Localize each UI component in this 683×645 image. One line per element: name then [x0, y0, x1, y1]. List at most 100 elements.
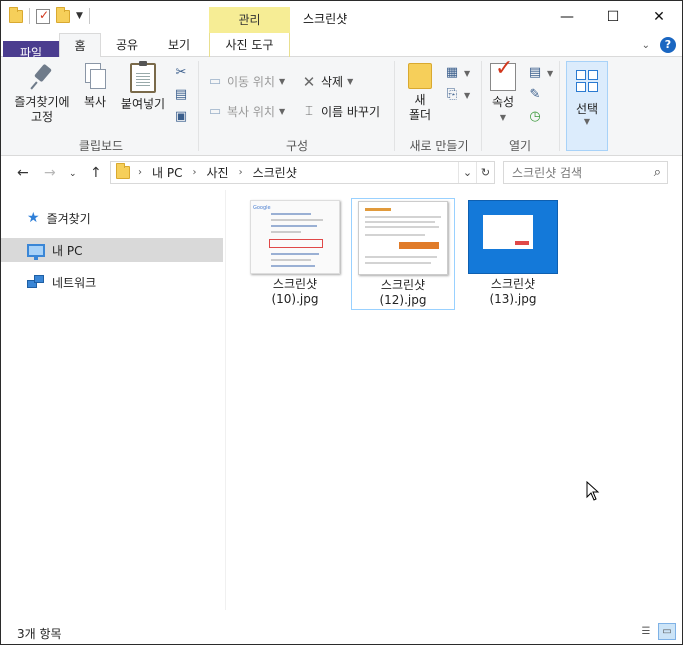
folder-icon — [9, 6, 23, 23]
select-button[interactable]: 선택 ▼ — [566, 61, 608, 151]
qat-separator — [29, 8, 30, 24]
ribbon-collapse-chevron-icon[interactable]: ⌄ — [642, 40, 650, 51]
new-item-dropdown-icon: ▼ — [464, 68, 471, 78]
file-item[interactable]: Google 스크린샷 (10).jpg — [243, 198, 347, 310]
easy-access-dropdown-icon: ▼ — [464, 90, 471, 100]
pin-label-line1: 즐겨찾기에 — [14, 95, 70, 109]
quick-access-toolbar: ▼ — [9, 6, 90, 24]
copy-to-icon: ▭ — [208, 103, 222, 119]
delete-dropdown-icon: ▼ — [347, 77, 354, 86]
move-to-button[interactable]: ▭ 이동 위치 ▼ — [207, 73, 285, 90]
breadcrumb-pictures[interactable]: 사진 — [206, 164, 228, 181]
nav-item-quick-access[interactable]: ★ 즐겨찾기 — [1, 206, 223, 230]
easy-access-button[interactable]: ⎘ ▼ — [444, 87, 470, 103]
file-thumbnail — [358, 201, 448, 275]
file-item[interactable]: 스크린샷 (12).jpg — [351, 198, 455, 310]
help-icon[interactable]: ? — [660, 37, 676, 53]
easy-access-icon: ⎘ — [446, 87, 458, 102]
details-view-icon[interactable]: ☰ — [637, 623, 655, 640]
pin-label-line2: 고정 — [30, 110, 54, 124]
view-buttons: ☰ ▭ — [637, 623, 676, 640]
paste-shortcut-button[interactable]: ▣ — [173, 109, 189, 125]
new-folder-icon — [408, 63, 432, 89]
ribbon-tabs-right: ⌄ ? — [642, 37, 676, 53]
large-icons-view-icon[interactable]: ▭ — [658, 623, 676, 640]
mouse-cursor-icon — [586, 481, 600, 501]
breadcrumb-separator[interactable]: › — [192, 167, 196, 178]
rename-icon: ⌶ — [305, 103, 313, 119]
search-icon: ⌕ — [653, 165, 661, 180]
group-label-new: 새로 만들기 — [409, 139, 469, 153]
pin-icon — [29, 63, 55, 91]
customize-qat-chevron-icon[interactable]: ▼ — [76, 11, 83, 21]
tab-home[interactable]: 홈 — [59, 33, 101, 58]
maximize-button[interactable]: ☐ — [590, 1, 636, 33]
edit-button[interactable]: ✎ — [527, 87, 543, 103]
properties-dropdown-icon: ▼ — [499, 113, 507, 122]
rename-button[interactable]: ⌶ 이름 바꾸기 — [301, 103, 380, 120]
copy-path-button[interactable]: ▤ — [173, 87, 189, 103]
paste-shortcut-icon: ▣ — [174, 109, 188, 124]
copy-to-button[interactable]: ▭ 복사 위치 ▼ — [207, 103, 285, 120]
rename-label: 이름 바꾸기 — [321, 105, 381, 119]
forward-button[interactable]: → — [44, 165, 56, 181]
up-button[interactable]: ↑ — [90, 165, 102, 181]
copy-path-icon: ▤ — [174, 87, 188, 102]
address-history-chevron-icon[interactable]: ⌄ — [458, 162, 476, 183]
breadcrumb-separator[interactable]: › — [138, 167, 142, 178]
new-folder-label-line1: 새 — [414, 93, 426, 107]
nav-item-network[interactable]: 네트워크 — [1, 270, 223, 294]
open-button[interactable]: ▤ ▼ — [527, 65, 553, 81]
recent-locations-chevron-icon[interactable]: ⌄ — [69, 169, 77, 179]
pin-to-quick-access-button[interactable]: 즐겨찾기에 고정 — [9, 63, 75, 125]
new-folder-qat-icon[interactable] — [56, 6, 70, 23]
copy-to-dropdown-icon: ▼ — [278, 107, 286, 116]
copy-button[interactable]: 복사 — [79, 63, 111, 110]
properties-button[interactable]: 속성 ▼ — [487, 61, 519, 125]
tab-photo-tools[interactable]: 사진 도구 — [209, 33, 290, 57]
window-title: 스크린샷 — [303, 12, 348, 26]
back-button[interactable]: ← — [17, 165, 29, 181]
address-bar[interactable]: › 내 PC › 사진 › 스크린샷 ⌄ ↻ — [110, 161, 495, 184]
tab-share[interactable]: 공유 — [105, 33, 149, 57]
delete-x-icon: ✕ — [302, 72, 316, 91]
computer-icon — [27, 243, 45, 260]
file-name-line2: (12).jpg — [379, 293, 427, 307]
delete-button[interactable]: ✕ 삭제 ▼ — [301, 72, 354, 91]
ribbon-tabs: 파일 홈 공유 보기 사진 도구 ⌄ ? — [1, 33, 682, 153]
breadcrumb-this-pc[interactable]: 내 PC — [152, 164, 182, 181]
new-item-icon: ▦ — [445, 65, 459, 80]
file-item[interactable]: 스크린샷 (13).jpg — [461, 198, 565, 310]
select-grid-icon — [576, 70, 598, 92]
file-name-line2: (13).jpg — [489, 292, 537, 306]
refresh-icon[interactable]: ↻ — [476, 162, 494, 183]
breadcrumb-screenshots[interactable]: 스크린샷 — [253, 164, 297, 181]
file-name-line1: 스크린샷 — [380, 278, 426, 292]
address-folder-icon — [116, 163, 130, 179]
close-button[interactable]: ✕ — [636, 1, 682, 33]
move-to-dropdown-icon: ▼ — [278, 77, 286, 86]
nav-item-this-pc[interactable]: 내 PC — [1, 238, 223, 262]
group-separator — [198, 61, 199, 151]
item-count: 3개 항목 — [17, 627, 62, 641]
group-separator — [481, 61, 482, 151]
cut-button[interactable]: ✂ — [173, 65, 189, 81]
minimize-button[interactable]: — — [544, 1, 590, 33]
new-folder-button[interactable]: 새 폴더 — [403, 63, 437, 123]
nav-item-label: 네트워크 — [52, 275, 97, 290]
search-box[interactable]: 스크린샷 검색 ⌕ — [503, 161, 668, 184]
properties-qat-icon[interactable] — [36, 8, 50, 24]
copy-label: 복사 — [83, 95, 107, 109]
breadcrumb-separator[interactable]: › — [239, 167, 243, 178]
history-button[interactable]: ◷ — [527, 109, 543, 125]
group-separator — [559, 61, 560, 151]
paste-button[interactable]: 붙여넣기 — [117, 61, 169, 112]
paste-label: 붙여넣기 — [120, 97, 166, 111]
new-item-button[interactable]: ▦ ▼ — [444, 65, 470, 81]
scissors-icon: ✂ — [175, 65, 187, 80]
properties-label: 속성 — [491, 95, 515, 109]
open-icon: ▤ — [528, 65, 542, 80]
explorer-window: ▼ 관리 스크린샷 — ☐ ✕ 파일 홈 공유 보기 사진 도구 ⌄ ? 즐겨찾… — [0, 0, 683, 645]
tab-view[interactable]: 보기 — [153, 33, 205, 57]
file-thumbnail: Google — [250, 200, 340, 274]
